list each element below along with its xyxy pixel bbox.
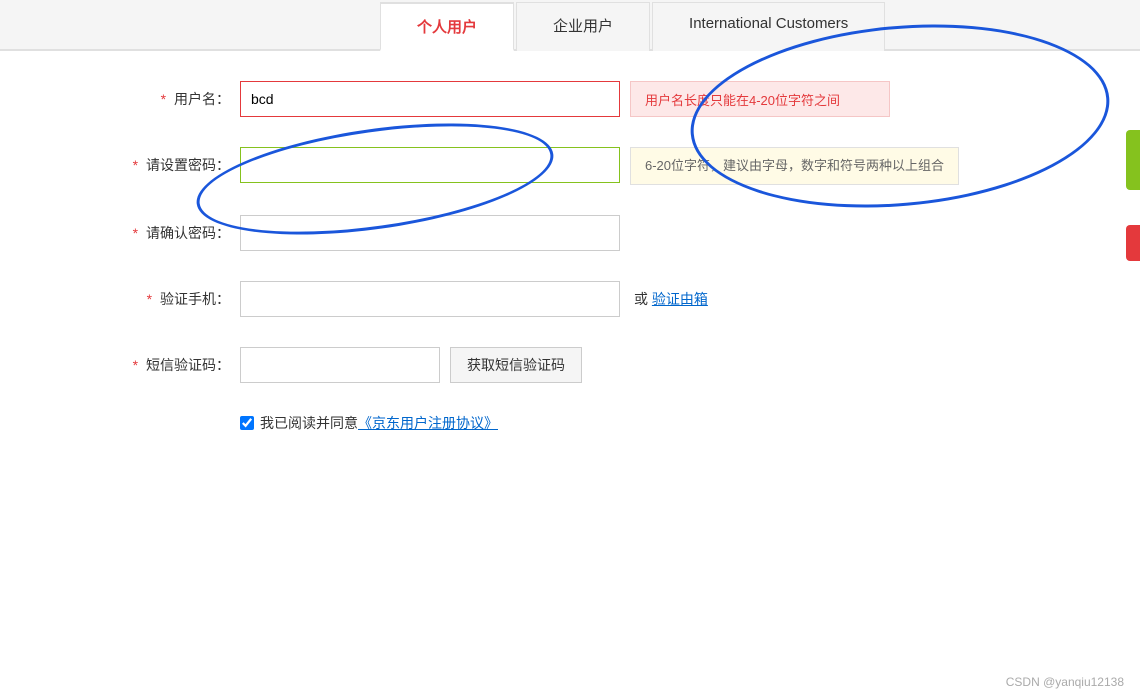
password-input-wrap: 6-20位字符，建议由字母，数字和符号两种以上组合 [240, 147, 1060, 185]
tab-enterprise[interactable]: 企业用户 [516, 2, 650, 51]
agree-row: 我已阅读并同意《京东用户注册协议》 [240, 413, 1060, 433]
tab-personal[interactable]: 个人用户 [380, 2, 514, 51]
confirm-password-input[interactable] [240, 215, 620, 251]
sms-input-wrap: 获取短信验证码 [240, 347, 1060, 383]
username-label: * 用户名： [40, 81, 240, 109]
agree-label-text: 我已阅读并同意《京东用户注册协议》 [260, 413, 498, 433]
verify-email-link[interactable]: 验证由箱 [652, 291, 708, 307]
password-hint-msg: 6-20位字符，建议由字母，数字和符号两种以上组合 [630, 147, 959, 185]
or-verify-text: 或 验证由箱 [634, 281, 708, 309]
username-input[interactable] [240, 81, 620, 117]
password-required-star: * [133, 157, 142, 173]
right-bar-green [1126, 130, 1140, 190]
agreement-link[interactable]: 《京东用户注册协议》 [358, 415, 498, 431]
username-error-msg: 用户名长度只能在4-20位字符之间 [630, 81, 890, 117]
confirm-required-star: * [133, 225, 142, 241]
username-row: * 用户名： 用户名长度只能在4-20位字符之间 [40, 81, 1060, 117]
phone-required-star: * [147, 291, 156, 307]
password-row: * 请设置密码： 6-20位字符，建议由字母，数字和符号两种以上组合 [40, 147, 1060, 185]
sms-required-star: * [133, 357, 142, 373]
confirm-password-input-wrap [240, 215, 1060, 251]
password-label: * 请设置密码： [40, 147, 240, 175]
phone-row: * 验证手机： 或 验证由箱 [40, 281, 1060, 317]
username-required-star: * [161, 91, 170, 107]
sms-label: * 短信验证码： [40, 347, 240, 375]
get-sms-button[interactable]: 获取短信验证码 [450, 347, 582, 383]
tab-bar: 个人用户 企业用户 International Customers [0, 0, 1140, 51]
sms-code-row: * 短信验证码： 获取短信验证码 [40, 347, 1060, 383]
sms-code-input[interactable] [240, 347, 440, 383]
watermark: CSDN @yanqiu12138 [1006, 675, 1124, 689]
password-input[interactable] [240, 147, 620, 183]
phone-label: * 验证手机： [40, 281, 240, 309]
confirm-password-label: * 请确认密码： [40, 215, 240, 243]
agree-checkbox[interactable] [240, 416, 254, 430]
phone-input-wrap: 或 验证由箱 [240, 281, 1060, 317]
tab-international[interactable]: International Customers [652, 2, 885, 51]
confirm-password-row: * 请确认密码： [40, 215, 1060, 251]
username-input-wrap: 用户名长度只能在4-20位字符之间 [240, 81, 1060, 117]
phone-input[interactable] [240, 281, 620, 317]
form-area: * 用户名： 用户名长度只能在4-20位字符之间 * 请设置密码： 6-20位字… [0, 51, 1100, 463]
right-bar-red [1126, 225, 1140, 261]
page-wrapper: 个人用户 企业用户 International Customers * 用户名：… [0, 0, 1140, 697]
